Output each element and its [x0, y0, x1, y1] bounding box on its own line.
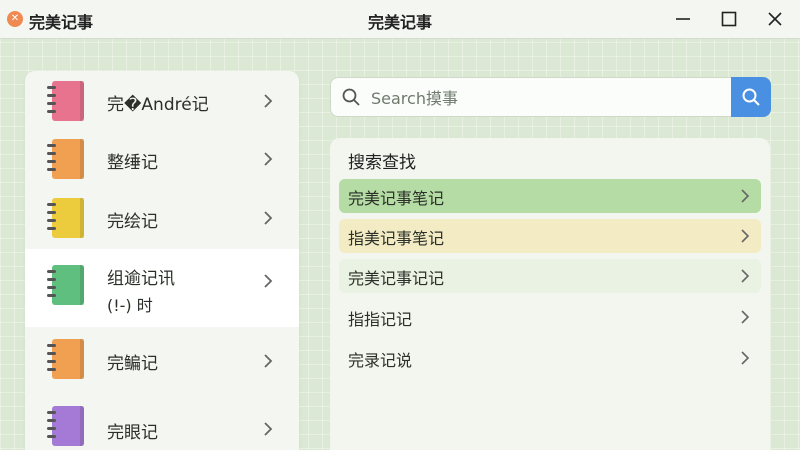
notebook-item[interactable]: 整缍记	[25, 131, 299, 188]
result-item[interactable]: 完美记事笔记	[339, 179, 761, 213]
notebook-icon	[45, 196, 87, 240]
title-bar: ✕ 完美记事 完美记事	[0, 0, 800, 39]
notebook-item[interactable]: 完�André记	[25, 71, 299, 131]
chevron-right-icon	[739, 228, 751, 244]
search-results-panel: 搜索查找 完美记事笔记 指美记事笔记 完美记事记记 指指记记 完录记说	[330, 138, 770, 450]
notebook-list: 完�André记 整缍记 完绘记 组逾记讯 (!-) 时 完鳊记 完眼记	[25, 71, 299, 450]
chevron-right-icon	[262, 273, 274, 289]
results-heading: 搜索查找	[348, 153, 416, 173]
chevron-right-icon	[739, 268, 751, 284]
result-label: 完录记说	[348, 351, 413, 370]
result-label: 指指记记	[348, 310, 413, 329]
chevron-right-icon	[262, 353, 274, 369]
result-label: 完美记事笔记	[348, 189, 445, 208]
notebook-icon	[45, 404, 87, 448]
search-input[interactable]	[369, 84, 723, 112]
chevron-right-icon	[262, 151, 274, 167]
maximize-icon[interactable]	[716, 6, 742, 32]
chevron-right-icon	[262, 210, 274, 226]
chevron-right-icon	[262, 421, 274, 437]
result-item[interactable]: 完美记事记记	[339, 259, 761, 293]
notebook-item[interactable]: 完眼记	[25, 393, 299, 450]
search-bar	[330, 77, 734, 117]
search-icon	[341, 87, 361, 107]
notebook-sublabel: (!-) 时	[107, 296, 153, 315]
notebook-label: 整缍记	[107, 153, 158, 173]
result-label: 完美记事记记	[348, 269, 445, 288]
result-item[interactable]: 指指记记	[339, 300, 761, 334]
search-button[interactable]	[731, 77, 771, 117]
minimize-icon[interactable]	[670, 6, 696, 32]
result-label: 指美记事笔记	[348, 229, 445, 248]
chevron-right-icon	[739, 188, 751, 204]
notebook-label: 完眼记	[107, 423, 158, 443]
notebook-label: 完�André记	[107, 95, 209, 115]
notebook-icon	[45, 79, 87, 123]
notebook-label: 完鳊记	[107, 354, 158, 374]
chevron-right-icon	[739, 350, 751, 366]
chevron-right-icon	[739, 309, 751, 325]
notebook-item-selected[interactable]: 组逾记讯 (!-) 时	[25, 249, 299, 327]
notebook-label: 完绘记	[107, 212, 158, 232]
notebook-icon	[45, 263, 87, 307]
result-item[interactable]: 完录记说	[339, 341, 761, 375]
notebook-item[interactable]: 完绘记	[25, 188, 299, 249]
close-icon[interactable]	[762, 6, 788, 32]
notebook-icon	[45, 337, 87, 381]
notebook-label: 组逾记讯	[107, 269, 175, 289]
chevron-right-icon	[262, 93, 274, 109]
notebook-icon	[45, 137, 87, 181]
result-item[interactable]: 指美记事笔记	[339, 219, 761, 253]
notebook-item[interactable]: 完鳊记	[25, 327, 299, 393]
search-icon	[742, 88, 760, 106]
